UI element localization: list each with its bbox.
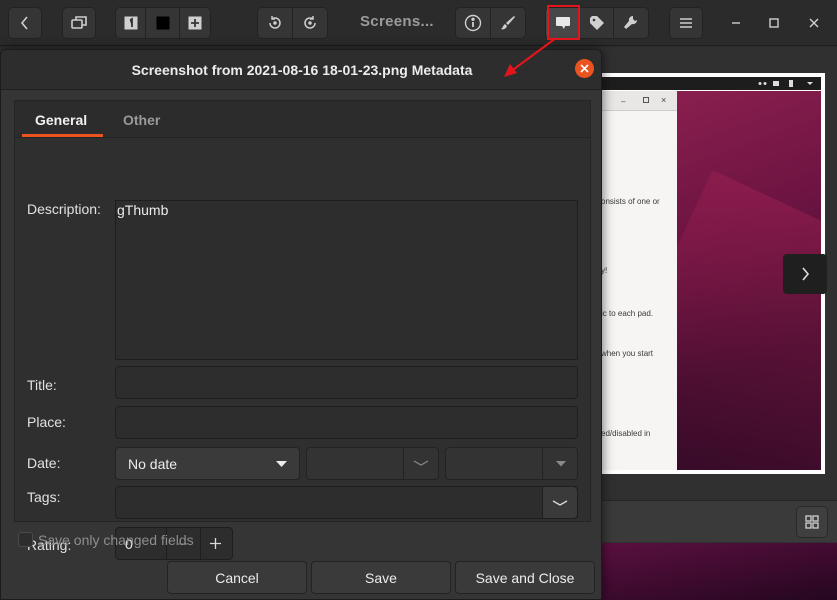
- preview-text-4: when you start: [601, 349, 654, 358]
- thumbnails-toggle-button[interactable]: [796, 506, 828, 538]
- edit-button[interactable]: [491, 8, 525, 38]
- view-single-button[interactable]: [116, 8, 146, 38]
- next-image-button[interactable]: [783, 254, 827, 294]
- plus-box-icon: [188, 16, 202, 30]
- date-mode-value: No date: [128, 456, 178, 472]
- save-and-close-button[interactable]: Save and Close: [455, 561, 595, 594]
- dropdown-arrow-icon: [276, 461, 287, 467]
- tools-button[interactable]: [614, 8, 648, 38]
- maximize-button[interactable]: [765, 14, 783, 32]
- window-title: Screens...: [360, 13, 434, 30]
- chevron-left-icon: [20, 16, 28, 30]
- date-label: Date:: [27, 455, 61, 471]
- rotate-left-icon: [269, 16, 281, 29]
- title-input[interactable]: [115, 366, 578, 399]
- tags-button[interactable]: [580, 8, 614, 38]
- dropdown-arrow-icon[interactable]: [556, 461, 566, 467]
- tab-bar: General Other: [15, 101, 590, 138]
- browser-icon: [71, 16, 87, 29]
- tags-label: Tags:: [27, 489, 61, 505]
- save-changed-checkbox[interactable]: [18, 532, 33, 547]
- rotate-right-button[interactable]: [293, 8, 327, 38]
- date-mode-dropdown[interactable]: No date: [115, 447, 300, 480]
- preview-close-glyph: ×: [661, 95, 667, 105]
- active-tab-indicator: [22, 134, 103, 137]
- info-edit-group: [455, 7, 526, 39]
- one-icon: [124, 16, 137, 30]
- tag-icon: [589, 16, 604, 30]
- chevron-down-icon: [552, 499, 568, 506]
- thumbnail-strip: [600, 543, 837, 600]
- preview-minimize-glyph: –: [621, 97, 626, 106]
- metadata-notebook: General Other Description: gThumb Title:…: [14, 100, 591, 560]
- properties-button[interactable]: [456, 8, 491, 38]
- place-label: Place:: [27, 414, 66, 430]
- preview-text-3: ic to each pad.: [601, 309, 654, 318]
- chevron-down-icon[interactable]: [413, 459, 429, 467]
- rotate-group: [257, 7, 328, 39]
- dialog-close-button[interactable]: [575, 59, 594, 78]
- minimize-button[interactable]: [727, 14, 745, 32]
- info-icon: [464, 14, 482, 32]
- preview-maximize-glyph: [643, 97, 649, 103]
- annotation-highlight-box: [547, 5, 580, 40]
- description-label: Description:: [27, 201, 101, 217]
- preview-text-5: ed/disabled in: [601, 429, 651, 438]
- brush-icon: [501, 16, 515, 30]
- view-mode-group: [115, 7, 211, 39]
- save-changed-label[interactable]: Save only changed fields: [38, 532, 194, 548]
- preview-window-header: – ×: [601, 91, 677, 111]
- maximize-icon: [769, 18, 779, 28]
- time-entry-divider: [542, 448, 543, 479]
- add-button[interactable]: [180, 8, 210, 38]
- description-value: gThumb: [117, 202, 169, 218]
- place-input[interactable]: [115, 406, 578, 439]
- cancel-button[interactable]: Cancel: [167, 561, 307, 594]
- wrench-icon: [624, 15, 638, 29]
- hamburger-icon: [680, 18, 692, 28]
- grid-icon: [805, 515, 819, 529]
- preview-text-1: onsists of one or: [601, 197, 660, 206]
- chevron-right-icon: [802, 267, 810, 281]
- tab-general[interactable]: General: [35, 112, 87, 128]
- annotation-arrow-icon: [504, 37, 557, 77]
- view-thumbnails-button[interactable]: [146, 8, 180, 38]
- tab-other[interactable]: Other: [123, 112, 160, 128]
- menu-button[interactable]: [669, 7, 703, 39]
- back-button[interactable]: [8, 7, 42, 39]
- header-bar: Screens...: [0, 0, 837, 46]
- metadata-dialog: Screenshot from 2021-08-16 18-01-23.png …: [0, 49, 602, 600]
- date-entry[interactable]: [306, 447, 439, 480]
- browser-button[interactable]: [62, 7, 96, 39]
- minimize-icon: [732, 22, 740, 24]
- save-button[interactable]: Save: [311, 561, 451, 594]
- preview-tray-icons: [758, 80, 813, 87]
- date-entry-divider: [403, 448, 404, 479]
- grid-icon: [156, 16, 169, 30]
- rotate-left-button[interactable]: [258, 8, 293, 38]
- close-icon: [809, 18, 819, 28]
- preview-window: – × onsists of one or y! ic to each pad.…: [601, 91, 677, 470]
- tags-dropdown-button[interactable]: [542, 487, 577, 518]
- tags-input[interactable]: [115, 486, 578, 519]
- preview-topbar: [601, 77, 821, 90]
- rating-increment-button[interactable]: [200, 528, 230, 559]
- title-label: Title:: [27, 377, 57, 393]
- plus-icon: [210, 538, 221, 549]
- close-icon: [580, 64, 589, 73]
- time-entry[interactable]: [445, 447, 578, 480]
- close-window-button[interactable]: [805, 14, 823, 32]
- description-textarea[interactable]: gThumb: [115, 200, 578, 360]
- rotate-right-icon: [304, 16, 316, 29]
